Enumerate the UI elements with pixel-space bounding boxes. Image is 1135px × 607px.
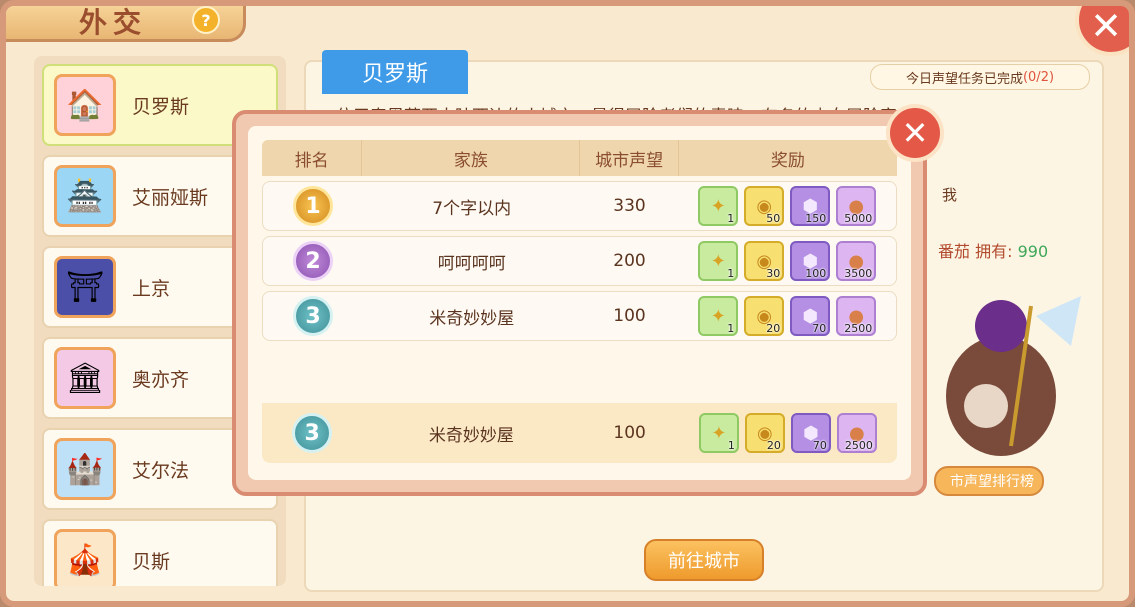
gold-coin-icon[interactable]: ◉ 30	[744, 241, 785, 281]
reputation-value: 200	[613, 251, 646, 271]
reputation-value: 100	[613, 306, 646, 326]
owned-value: 990	[1017, 242, 1049, 261]
table-row: 1 7个字以内 330 ✦ 1 ◉ 50 ⬢ 150 ● 5000	[262, 181, 897, 231]
col-reward: 奖励	[770, 150, 805, 171]
reward-qty: 1	[727, 212, 735, 225]
reward-qty: 20	[766, 322, 781, 335]
table-row: 3 米奇妙妙屋 100 ✦ 1 ◉ 20 ⬢ 70 ● 2500	[262, 291, 897, 341]
reward-qty: 1	[727, 267, 735, 280]
description-fragment: 我	[942, 186, 958, 204]
rank-badge-gold-icon: 1	[292, 186, 333, 226]
reward-qty: 5000	[844, 212, 873, 225]
reward-qty: 70	[812, 439, 827, 452]
reward-qty: 30	[766, 267, 781, 280]
owned-label-text: 番茄 拥有:	[938, 242, 1013, 261]
reward-qty: 20	[766, 439, 781, 452]
character-illustration	[946, 296, 1081, 456]
copper-coin-icon[interactable]: ● 2500	[836, 296, 877, 336]
col-reputation: 城市声望	[580, 140, 679, 176]
reward-item-icon[interactable]: ✦ 1	[698, 296, 739, 336]
copper-coin-icon[interactable]: ● 5000	[836, 186, 877, 226]
city-icon: ⛩	[54, 256, 116, 318]
reward-qty: 2500	[844, 439, 873, 452]
sidebar-item-label: 艾丽娅斯	[132, 186, 209, 209]
city-icon: 🏯	[54, 165, 116, 227]
reputation-value: 100	[613, 423, 646, 443]
reward-qty: 2500	[844, 322, 873, 335]
copper-coin-icon[interactable]: ● 2500	[836, 413, 877, 453]
table-empty-space	[262, 341, 897, 403]
question-icon[interactable]: ?	[192, 6, 220, 34]
reward-item-icon[interactable]: ✦ 1	[698, 186, 739, 226]
sidebar-item-label: 奥亦齐	[132, 368, 190, 391]
reward-item-icon[interactable]: ✦ 1	[698, 241, 739, 281]
city-name-header: 贝罗斯	[322, 50, 468, 94]
goto-city-button[interactable]: 前往城市	[644, 539, 764, 581]
page-title: 外交	[79, 6, 148, 39]
close-icon[interactable]: ✕	[1075, 6, 1129, 56]
table-row: 2 呵呵呵呵 200 ✦ 1 ◉ 30 ⬢ 100 ● 3500	[262, 236, 897, 286]
gold-coin-icon[interactable]: ◉ 50	[744, 186, 785, 226]
family-name: 7个字以内	[432, 198, 512, 219]
city-icon: 🎪	[54, 529, 116, 586]
ranking-modal: 排名 家族 城市声望 奖励 1 7个字以内 330 ✦ 1 ◉ 50 ⬢ 150 ● 5…	[232, 110, 927, 496]
owned-item-label: 番茄 拥有: 990	[938, 238, 1048, 262]
purple-gem-icon[interactable]: ⬢ 150	[790, 186, 831, 226]
sidebar-item-label: 贝罗斯	[132, 95, 190, 118]
city-icon: 🏰	[54, 438, 116, 500]
city-icon: 🏠	[54, 74, 116, 136]
family-name: 米奇妙妙屋	[429, 308, 515, 329]
city-icon: 🏛	[54, 347, 116, 409]
rank-badge-silver-icon: 2	[292, 241, 333, 281]
reputation-ranking-button[interactable]: 市声望排行榜	[934, 466, 1044, 496]
reward-qty: 150	[805, 212, 827, 225]
ranking-table: 排名 家族 城市声望 奖励 1 7个字以内 330 ✦ 1 ◉ 50 ⬢ 150 ● 5…	[248, 126, 911, 480]
reward-qty: 1	[727, 439, 735, 452]
family-name: 米奇妙妙屋	[428, 425, 514, 446]
rank-badge-bronze-icon: 3	[292, 413, 333, 453]
quest-progress: (0/2)	[1022, 69, 1055, 85]
quest-status-badge: 今日声望任务已完成 (0/2)	[870, 64, 1090, 90]
close-icon[interactable]: ✕	[886, 104, 944, 162]
quest-status-text: 今日声望任务已完成	[905, 71, 1023, 87]
reward-qty: 50	[766, 212, 781, 225]
purple-gem-icon[interactable]: ⬢ 70	[790, 296, 831, 336]
copper-coin-icon[interactable]: ● 3500	[836, 241, 877, 281]
sidebar-item-label: 艾尔法	[132, 459, 190, 482]
family-name: 呵呵呵呵	[437, 253, 506, 274]
reputation-value: 330	[613, 196, 646, 216]
rank-badge-bronze-icon: 3	[292, 296, 333, 336]
reward-qty: 3500	[844, 267, 873, 280]
sidebar-item-beisi[interactable]: 🎪 贝斯	[42, 519, 278, 586]
sidebar-item-label: 上京	[132, 277, 171, 300]
reward-qty: 1	[727, 322, 735, 335]
table-header: 排名 家族 城市声望 奖励	[262, 140, 897, 176]
reward-item-icon[interactable]: ✦ 1	[698, 413, 739, 453]
col-rank: 排名	[262, 140, 363, 176]
gold-coin-icon[interactable]: ◉ 20	[744, 296, 785, 336]
reward-qty: 70	[812, 322, 827, 335]
reward-qty: 100	[805, 267, 827, 280]
sidebar-item-label: 贝斯	[132, 550, 171, 573]
purple-gem-icon[interactable]: ⬢ 100	[790, 241, 831, 281]
col-family: 家族	[362, 140, 581, 176]
my-rank-row: 3 米奇妙妙屋 100 ✦ 1 ◉ 20 ⬢ 70 ● 2500	[262, 403, 897, 463]
purple-gem-icon[interactable]: ⬢ 70	[790, 413, 831, 453]
gold-coin-icon[interactable]: ◉ 20	[744, 413, 785, 453]
